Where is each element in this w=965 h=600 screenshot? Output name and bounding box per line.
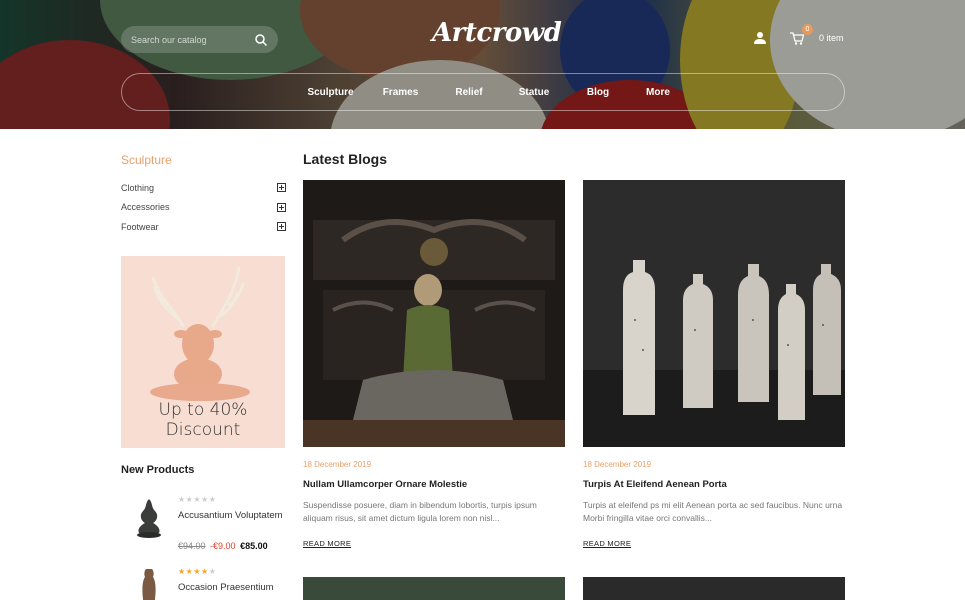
header-banner: Artcrowd 0 0 item Sculpture Frames Relie… xyxy=(0,0,965,129)
search-icon[interactable] xyxy=(254,33,268,47)
category-item-accessories[interactable]: Accessories xyxy=(121,198,286,218)
product-item[interactable]: ★★★★★ Occasion Praesentium xyxy=(121,567,291,600)
latest-blogs-title: Latest Blogs xyxy=(303,151,388,167)
expand-plus-icon[interactable] xyxy=(277,202,286,212)
cart-count-badge: 0 xyxy=(802,24,813,35)
discount-amount: -€9.00 xyxy=(210,541,236,551)
category-label[interactable]: Accessories xyxy=(121,202,170,212)
blog-image-next[interactable] xyxy=(583,577,845,600)
blog-title[interactable]: Nullam Ullamcorper Ornare Molestie xyxy=(303,479,467,490)
category-list: Clothing Accessories Footwear xyxy=(121,178,286,237)
promo-text: Up to 40% Discount xyxy=(158,400,248,440)
main-nav: Sculpture Frames Relief Statue Blog More xyxy=(121,73,845,111)
expand-plus-icon[interactable] xyxy=(277,222,286,232)
cart-label[interactable]: 0 item xyxy=(819,33,844,43)
nav-item-blog[interactable]: Blog xyxy=(558,87,638,98)
blog-image-ceramic-bottles[interactable] xyxy=(583,180,845,447)
nav-item-frames[interactable]: Frames xyxy=(373,87,428,98)
blog-date: 18 December 2019 xyxy=(583,460,652,469)
category-label[interactable]: Clothing xyxy=(121,183,154,193)
nav-item-statue[interactable]: Statue xyxy=(510,87,558,98)
current-price: €85.00 xyxy=(240,541,268,551)
user-account-icon[interactable] xyxy=(752,30,768,46)
product-name[interactable]: Occasion Praesentium xyxy=(178,581,288,595)
product-name[interactable]: Accusantium Voluptatem xyxy=(178,509,288,523)
read-more-link[interactable]: READ MORE xyxy=(583,539,631,548)
nav-item-sculpture[interactable]: Sculpture xyxy=(288,87,373,98)
blog-image-deity-sculpture[interactable] xyxy=(303,180,565,447)
nav-item-more[interactable]: More xyxy=(638,87,678,98)
blog-date: 18 December 2019 xyxy=(303,460,372,469)
search-input[interactable] xyxy=(131,34,246,45)
search-box[interactable] xyxy=(121,26,278,53)
product-item[interactable]: ★★★★★ Accusantium Voluptatem €94.00 -€9.… xyxy=(121,495,291,551)
nav-item-relief[interactable]: Relief xyxy=(428,87,510,98)
category-item-clothing[interactable]: Clothing xyxy=(121,178,286,198)
blog-image-next[interactable] xyxy=(303,577,565,600)
read-more-link[interactable]: READ MORE xyxy=(303,539,351,548)
rating-stars: ★★★★★ xyxy=(178,495,217,504)
expand-plus-icon[interactable] xyxy=(277,183,286,193)
product-prices: €94.00 -€9.00 €85.00 xyxy=(178,541,268,551)
product-image[interactable] xyxy=(129,495,169,539)
category-title[interactable]: Sculpture xyxy=(121,153,172,167)
blog-excerpt: Turpis at eleifend ps mi elit Aenean por… xyxy=(583,500,843,523)
category-label[interactable]: Footwear xyxy=(121,222,159,232)
category-item-footwear[interactable]: Footwear xyxy=(121,217,286,237)
blog-excerpt: Suspendisse posuere, diam in bibendum lo… xyxy=(303,500,537,523)
product-image[interactable] xyxy=(129,567,169,600)
deer-sculpture-image xyxy=(150,266,250,401)
old-price: €94.00 xyxy=(178,541,206,551)
new-products-title: New Products xyxy=(121,464,195,476)
blog-title[interactable]: Turpis At Eleifend Aenean Porta xyxy=(583,479,727,490)
cart-icon xyxy=(790,32,805,50)
rating-stars: ★★★★★ xyxy=(178,567,217,576)
site-logo[interactable]: Artcrowd xyxy=(432,18,562,52)
promo-banner[interactable]: Up to 40% Discount xyxy=(121,256,285,448)
cart-button[interactable]: 0 xyxy=(784,24,814,52)
